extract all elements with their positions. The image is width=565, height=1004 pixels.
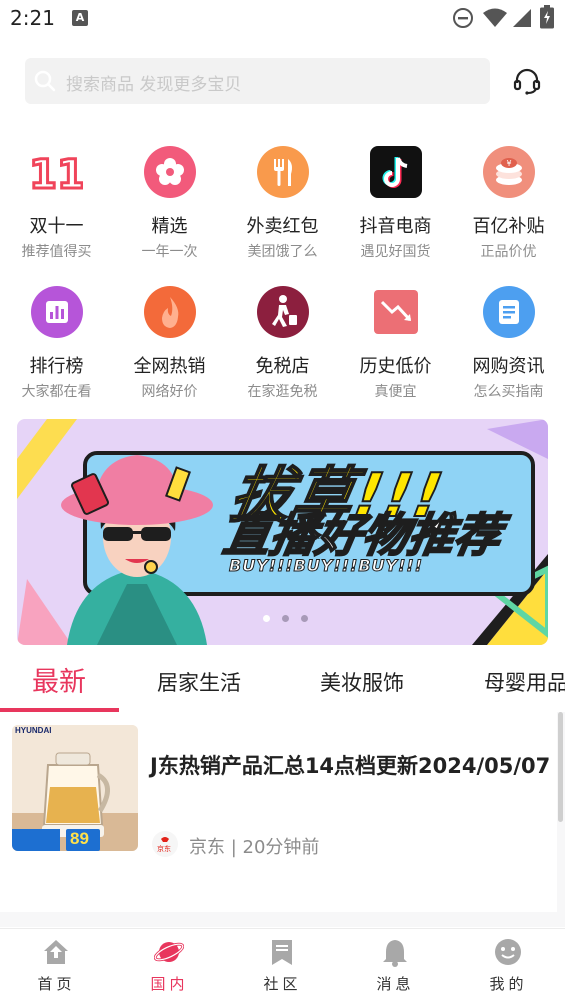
search-input[interactable]: 搜索商品 发现更多宝贝 (66, 70, 241, 95)
thumbnail-price: 89 (70, 829, 89, 848)
grid-label: 外卖红包 (246, 216, 319, 237)
nav-label: 国内 (150, 975, 189, 993)
grid-item-featured[interactable]: 精选 一年一次 (113, 140, 226, 270)
home-icon (44, 940, 68, 964)
tab-home-living[interactable]: 居家生活 (157, 667, 241, 697)
document-icon (483, 286, 535, 338)
grid-sub: 推荐值得买 (21, 244, 92, 260)
search-bar[interactable]: 搜索商品 发现更多宝贝 (25, 58, 490, 104)
keyboard-app-icon: A (72, 10, 88, 26)
wifi-icon (483, 8, 507, 27)
grid-sub: 网络好价 (141, 384, 198, 400)
nav-label: 首页 (37, 975, 76, 993)
grid-item-subsidy[interactable]: ¥ 百亿补贴 正品价优 (452, 140, 565, 270)
tiktok-icon (370, 146, 422, 198)
feed-card[interactable]: HYUNDAI 89 J东热销产品汇总14点档更新2024/05/07 京东 京… (0, 712, 557, 912)
app-screen: 2:21 A 搜索商品 发现更多宝贝 11 双十一 推荐值得买 精选 一年一次 … (0, 0, 565, 1004)
feed-card-meta: 京东 | 20分钟前 (189, 837, 320, 858)
tab-beauty-fashion[interactable]: 美妆服饰 (320, 667, 404, 697)
grid-sub: 美团饿了么 (247, 244, 318, 260)
nav-home[interactable]: 首页 (0, 935, 113, 995)
do-not-disturb-icon (453, 8, 473, 28)
grid-item-hot[interactable]: 全网热销 网络好价 (113, 280, 226, 410)
smile-icon (495, 939, 521, 965)
nav-profile[interactable]: 我的 (452, 935, 565, 995)
bell-icon (383, 940, 407, 967)
character-illustration (61, 455, 213, 645)
nav-community[interactable]: 社区 (226, 935, 339, 995)
star-flower-icon (144, 146, 196, 198)
planet-icon (154, 942, 184, 962)
flame-icon (144, 286, 196, 338)
promo-banner[interactable]: 拔草!!! 直播好物推荐 BUY!!!BUY!!!BUY!!! (17, 419, 548, 645)
search-icon (34, 70, 56, 92)
grid-sub: 一年一次 (141, 244, 198, 260)
grid-sub: 正品价优 (480, 244, 537, 260)
grid-label: 全网热销 (133, 356, 206, 377)
grid-label: 免税店 (255, 356, 310, 377)
jd-logo-icon: 京东 (152, 831, 178, 857)
grid-item-douyin[interactable]: 抖音电商 遇见好国货 (339, 140, 452, 270)
banner-tagline: BUY!!!BUY!!!BUY!!! (229, 556, 423, 576)
grid-item-takeout[interactable]: 外卖红包 美团饿了么 (226, 140, 339, 270)
bookmark-icon (272, 940, 292, 965)
status-bar: 2:21 A (0, 0, 565, 40)
coin-stack-icon: ¥ (483, 146, 535, 198)
trend-down-icon (374, 290, 418, 334)
grid-sub: 遇见好国货 (360, 244, 431, 260)
traveler-icon (257, 286, 309, 338)
grid-item-news[interactable]: 网购资讯 怎么买指南 (452, 280, 565, 410)
grid-sub: 在家逛免税 (247, 384, 318, 400)
carousel-dot[interactable] (301, 615, 309, 622)
carousel-dot-active[interactable] (263, 615, 270, 622)
grid-label: 排行榜 (29, 356, 84, 377)
svg-text:¥: ¥ (506, 159, 511, 168)
tab-latest[interactable]: 最新 (32, 660, 86, 699)
nav-label: 消息 (376, 975, 415, 993)
tab-mother-baby[interactable]: 母婴用品 (484, 667, 565, 697)
grid-sub: 怎么买指南 (473, 384, 544, 400)
grid-label: 双十一 (29, 216, 84, 237)
carousel-dots (263, 607, 315, 626)
grid-label: 抖音电商 (359, 216, 432, 237)
svg-text:11: 11 (31, 152, 83, 198)
nav-label: 社区 (263, 975, 302, 993)
nav-label: 我的 (489, 975, 528, 993)
customer-service-icon[interactable] (512, 66, 542, 96)
nav-messages[interactable]: 消息 (339, 935, 452, 995)
carousel-dot[interactable] (282, 615, 290, 622)
cell-signal-icon (513, 9, 531, 27)
grid-item-ranking[interactable]: 排行榜 大家都在看 (0, 280, 113, 410)
thumbnail-brand: HYUNDAI (15, 726, 52, 735)
grid-label: 百亿补贴 (472, 216, 545, 237)
grid-label: 网购资讯 (472, 356, 545, 377)
grid-sub: 大家都在看 (21, 384, 92, 400)
feed-list: HYUNDAI 89 J东热销产品汇总14点档更新2024/05/07 京东 京… (0, 712, 565, 927)
grid-label: 精选 (151, 216, 188, 237)
product-thumbnail: HYUNDAI 89 (12, 725, 138, 851)
source-logo-text: 京东 (157, 845, 171, 853)
bar-chart-icon (31, 286, 83, 338)
grid-item-duty-free[interactable]: 免税店 在家逛免税 (226, 280, 339, 410)
bottom-nav: 首页 国内 社区 消息 我的 (0, 928, 565, 1004)
grid-item-double-eleven[interactable]: 11 双十一 推荐值得买 (0, 140, 113, 270)
nav-domestic[interactable]: 国内 (113, 935, 226, 995)
status-time: 2:21 (10, 6, 55, 30)
category-tabs: 最新 居家生活 美妆服饰 母婴用品 (0, 660, 565, 712)
grid-label: 历史低价 (359, 356, 432, 377)
battery-icon (540, 5, 554, 29)
grid-sub: 真便宜 (374, 384, 417, 400)
scrollbar[interactable] (558, 712, 563, 822)
grid-item-history-low[interactable]: 历史低价 真便宜 (339, 280, 452, 410)
double-eleven-icon: 11 (31, 146, 83, 199)
fork-knife-icon (257, 146, 309, 198)
feed-card-title: J东热销产品汇总14点档更新2024/05/07 (150, 754, 551, 778)
